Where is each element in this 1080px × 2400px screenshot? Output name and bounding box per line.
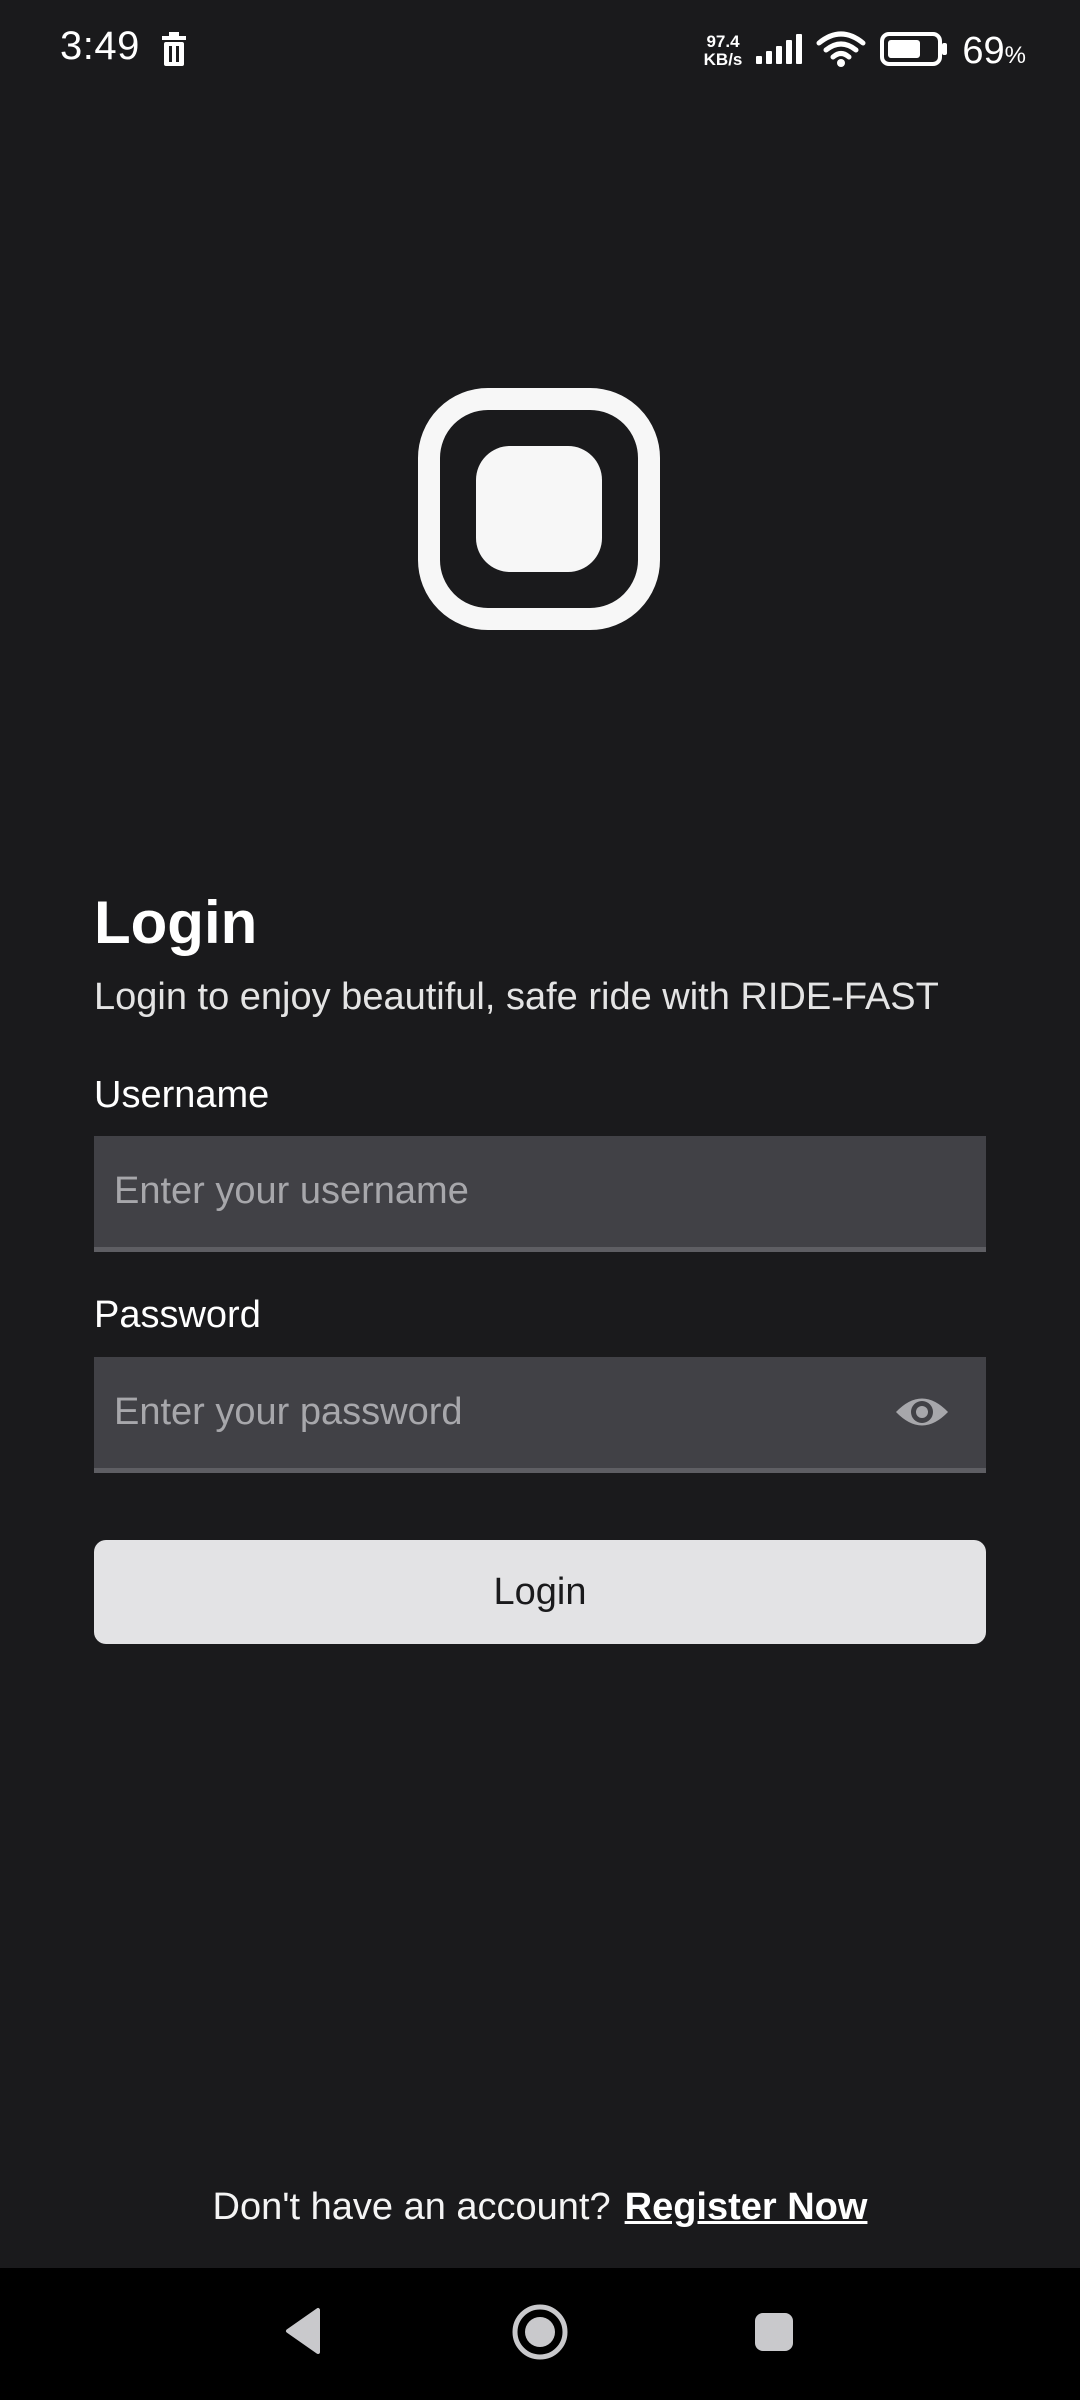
back-triangle-icon[interactable] [282, 2306, 322, 2361]
wifi-icon [816, 31, 866, 72]
status-bar: 3:49 97.4 KB/s 69% [0, 0, 1080, 100]
home-circle-icon[interactable] [510, 2302, 570, 2367]
login-button[interactable]: Login [94, 1540, 986, 1644]
status-time: 3:49 [60, 24, 140, 68]
eye-icon[interactable] [894, 1391, 950, 1433]
username-field-container [94, 1136, 986, 1252]
signal-icon [756, 33, 803, 69]
navigation-bar [0, 2268, 1080, 2400]
battery-percent-value: 69 [962, 29, 1005, 72]
battery-icon [880, 31, 948, 71]
register-prompt: Don't have an account? Register Now [0, 2186, 1080, 2229]
trash-icon [160, 32, 188, 71]
battery-percent: 69% [962, 30, 1026, 73]
username-label: Username [94, 1074, 270, 1116]
battery-percent-unit: % [1004, 41, 1026, 69]
password-input[interactable] [94, 1357, 874, 1468]
app-logo-inner [476, 446, 602, 572]
page-title: Login [94, 889, 258, 956]
recent-square-icon[interactable] [754, 2312, 794, 2357]
network-speed-value: 97.4 [706, 32, 740, 51]
network-speed-unit: KB/s [703, 50, 743, 69]
status-icons: 97.4 KB/s 69% [704, 24, 1026, 78]
app-logo-icon [418, 388, 660, 630]
network-speed: 97.4 KB/s [704, 33, 743, 69]
register-now-link[interactable]: Register Now [625, 2186, 868, 2228]
password-label: Password [94, 1294, 261, 1336]
page-subtitle: Login to enjoy beautiful, safe ride with… [94, 976, 939, 1018]
username-input[interactable] [94, 1136, 986, 1247]
password-field-container [94, 1357, 986, 1473]
register-prompt-text: Don't have an account? [212, 2186, 611, 2228]
